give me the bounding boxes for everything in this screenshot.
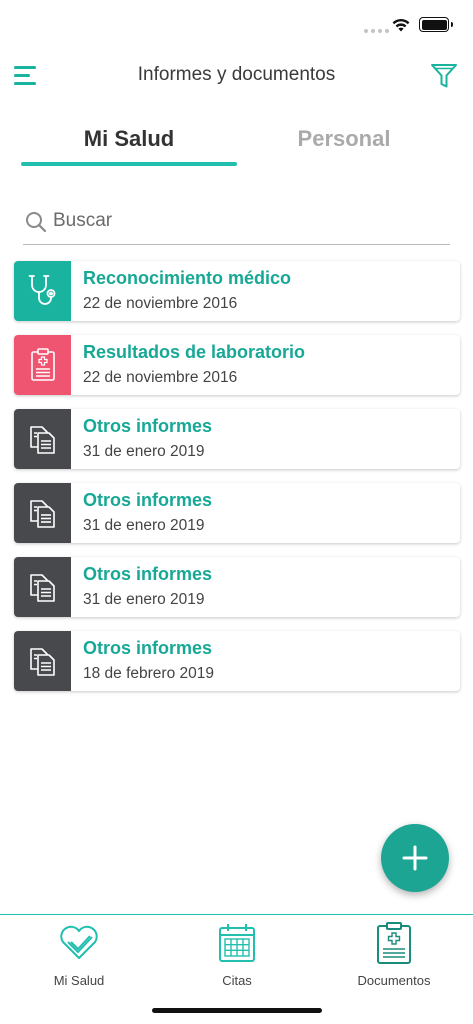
clipboard-icon xyxy=(377,922,411,964)
list-item[interactable]: Reconocimiento médico 22 de noviembre 20… xyxy=(14,261,460,321)
active-tab-indicator xyxy=(21,162,237,166)
tab-mi-salud[interactable]: Mi Salud xyxy=(21,126,237,152)
wifi-icon xyxy=(392,18,410,32)
document-list: Reconocimiento médico 22 de noviembre 20… xyxy=(14,261,460,705)
document-title: Otros informes xyxy=(83,416,213,436)
list-item[interactable]: Otros informes 31 de enero 2019 xyxy=(14,409,460,469)
document-date: 31 de enero 2019 xyxy=(83,517,205,534)
documents-icon xyxy=(14,409,71,469)
tab-bar-label: Citas xyxy=(222,973,252,988)
documents-icon xyxy=(14,631,71,691)
document-title: Otros informes xyxy=(83,638,213,658)
document-title: Otros informes xyxy=(83,490,213,510)
home-indicator[interactable] xyxy=(152,1008,322,1013)
battery-icon xyxy=(419,17,453,32)
documents-icon xyxy=(14,483,71,543)
tab-bar-item-citas[interactable]: Citas xyxy=(158,921,316,988)
documents-icon xyxy=(14,557,71,617)
stethoscope-icon xyxy=(14,261,71,321)
document-date: 22 de noviembre 2016 xyxy=(83,369,238,386)
status-bar xyxy=(0,0,473,50)
document-date: 31 de enero 2019 xyxy=(83,591,205,608)
search-bar xyxy=(23,204,450,245)
clipboard-medical-icon xyxy=(14,335,71,395)
tab-bar-label: Documentos xyxy=(357,973,431,988)
document-date: 31 de enero 2019 xyxy=(83,443,205,460)
navigation-bar: Informes y documentos xyxy=(0,50,473,104)
list-item[interactable]: Resultados de laboratorio 22 de noviembr… xyxy=(14,335,460,395)
segment-tabs: Mi Salud Personal xyxy=(0,118,473,170)
page-title: Informes y documentos xyxy=(137,64,336,85)
add-document-button[interactable] xyxy=(381,824,449,892)
list-item[interactable]: Otros informes 31 de enero 2019 xyxy=(14,483,460,543)
search-icon xyxy=(26,212,47,233)
list-item[interactable]: Otros informes 31 de enero 2019 xyxy=(14,557,460,617)
document-title: Otros informes xyxy=(83,564,213,584)
tab-bar-item-mi-salud[interactable]: Mi Salud xyxy=(0,921,158,988)
tab-bar-label: Mi Salud xyxy=(53,973,105,988)
document-title: Resultados de laboratorio xyxy=(83,342,306,362)
heart-check-icon xyxy=(60,925,98,959)
tab-personal[interactable]: Personal xyxy=(236,126,452,152)
plus-icon xyxy=(402,845,428,871)
cellular-signal-icon xyxy=(364,29,389,33)
document-title: Reconocimiento médico xyxy=(83,268,292,288)
list-item[interactable]: Otros informes 18 de febrero 2019 xyxy=(14,631,460,691)
filter-icon[interactable] xyxy=(430,62,458,90)
tab-bar-item-documentos[interactable]: Documentos xyxy=(315,921,473,988)
calendar-icon xyxy=(219,924,255,962)
search-input[interactable] xyxy=(53,210,433,232)
document-date: 22 de noviembre 2016 xyxy=(83,295,238,312)
document-date: 18 de febrero 2019 xyxy=(83,665,214,682)
